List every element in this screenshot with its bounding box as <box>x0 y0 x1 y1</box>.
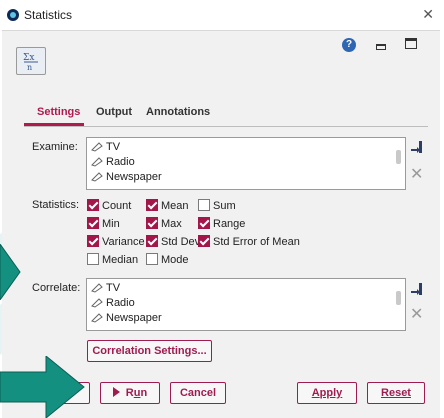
checkbox-box[interactable] <box>87 235 99 247</box>
correlate-list[interactable]: TV Radio Newspaper <box>86 278 406 331</box>
checkbox-box[interactable] <box>87 217 99 229</box>
field-ruler-icon <box>91 313 103 323</box>
checkbox-std-dev[interactable]: Std Dev <box>146 234 200 250</box>
list-item[interactable]: Radio <box>91 155 135 169</box>
checkbox-box[interactable] <box>198 235 210 247</box>
checkbox-variance[interactable]: Variance <box>87 234 145 250</box>
examine-label: Examine: <box>32 141 78 153</box>
delete-icon[interactable]: ✕ <box>410 164 423 184</box>
field-ruler-icon <box>91 142 103 152</box>
checkbox-count[interactable]: Count <box>87 198 131 214</box>
checkbox-median[interactable]: Median <box>87 252 138 268</box>
svg-text:n: n <box>27 63 32 71</box>
checkbox-sum[interactable]: Sum <box>198 198 236 214</box>
checkbox-box[interactable] <box>87 253 99 265</box>
list-item[interactable]: TV <box>91 140 120 154</box>
field-ruler-icon <box>91 157 103 167</box>
delete-icon[interactable]: ✕ <box>410 304 423 324</box>
checkbox-std-error-of-mean[interactable]: Std Error of Mean <box>198 234 300 250</box>
tab-settings[interactable]: Settings <box>37 106 80 118</box>
checkbox-box[interactable] <box>198 217 210 229</box>
app-logo-icon <box>7 9 19 21</box>
field-ruler-icon <box>91 298 103 308</box>
checkbox-box[interactable] <box>146 217 158 229</box>
statistics-label: Statistics: <box>32 199 80 211</box>
checkbox-box[interactable] <box>87 199 99 211</box>
checkbox-box[interactable] <box>146 235 158 247</box>
scrollbar-thumb[interactable] <box>396 291 401 305</box>
list-item[interactable]: TV <box>91 281 120 295</box>
checkbox-mode[interactable]: Mode <box>146 252 189 268</box>
field-ruler-icon <box>91 172 103 182</box>
tab-output[interactable]: Output <box>96 106 132 118</box>
checkbox-max[interactable]: Max <box>146 216 182 232</box>
scrollbar-thumb[interactable] <box>396 150 401 164</box>
title-bar: Statistics ✕ <box>0 0 444 30</box>
pointer-arrow-icon <box>0 244 21 300</box>
window-title: Statistics <box>24 8 73 22</box>
minimize-icon[interactable] <box>376 44 386 50</box>
list-item[interactable]: Newspaper <box>91 311 162 325</box>
cancel-button[interactable]: Cancel <box>170 382 226 404</box>
checkbox-box[interactable] <box>146 199 158 211</box>
field-picker-icon[interactable] <box>410 282 424 299</box>
checkbox-range[interactable]: Range <box>198 216 245 232</box>
checkbox-mean[interactable]: Mean <box>146 198 189 214</box>
checkbox-box[interactable] <box>198 199 210 211</box>
statistics-node-icon: Σx n <box>16 47 46 75</box>
checkbox-min[interactable]: Min <box>87 216 120 232</box>
maximize-icon[interactable] <box>405 38 417 49</box>
apply-button[interactable]: Apply <box>297 382 357 404</box>
examine-list[interactable]: TV Radio Newspaper <box>86 137 406 190</box>
correlation-settings-button[interactable]: Correlation Settings... <box>87 340 212 362</box>
correlate-label: Correlate: <box>32 282 81 294</box>
help-icon[interactable]: ? <box>342 38 356 52</box>
list-item[interactable]: Newspaper <box>91 170 162 184</box>
run-icon <box>112 387 120 397</box>
checkbox-box[interactable] <box>146 253 158 265</box>
reset-button[interactable]: Reset <box>367 382 425 404</box>
tab-annotations[interactable]: Annotations <box>146 106 210 118</box>
tab-divider <box>24 126 428 127</box>
list-item[interactable]: Radio <box>91 296 135 310</box>
close-icon[interactable]: ✕ <box>422 6 434 23</box>
field-picker-icon[interactable] <box>410 140 424 157</box>
field-ruler-icon <box>91 283 103 293</box>
run-button[interactable]: Run <box>100 382 160 404</box>
pointer-arrow-icon <box>0 356 85 418</box>
